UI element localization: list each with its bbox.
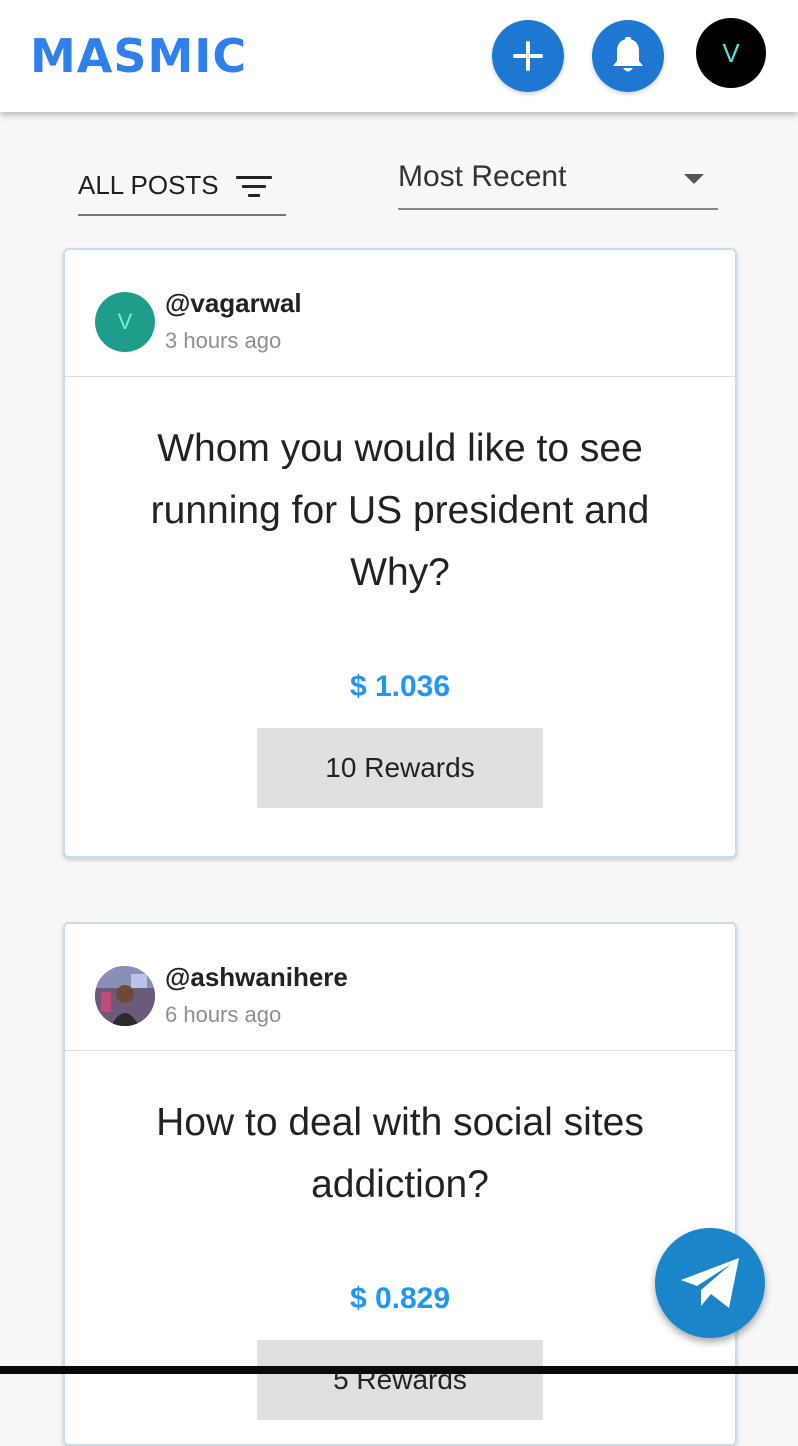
bell-icon xyxy=(613,37,643,72)
rewards-button[interactable]: 10 Rewards xyxy=(257,728,543,808)
post-username[interactable]: @vagarwal xyxy=(165,288,302,319)
dropdown-caret-icon xyxy=(684,174,704,184)
question-line: addiction? xyxy=(311,1163,489,1206)
post-time: 6 hours ago xyxy=(165,1002,282,1027)
user-avatar[interactable] xyxy=(95,966,155,1026)
all-posts-filter[interactable]: ALL POSTS xyxy=(78,158,286,216)
user-photo-avatar xyxy=(95,966,155,1026)
avatar-initial: V xyxy=(117,309,133,334)
rewards-button[interactable]: 5 Rewards xyxy=(257,1340,543,1420)
post-time: 3 hours ago xyxy=(165,328,282,353)
question-line: running for US president and xyxy=(150,489,650,532)
sort-select[interactable]: Most Recent xyxy=(398,154,718,210)
question-line: How to deal with social sites xyxy=(156,1101,644,1144)
telegram-share-button[interactable] xyxy=(655,1228,765,1338)
user-avatar[interactable]: V xyxy=(95,292,155,352)
post-card[interactable]: V @vagarwal 3 hours ago Whom you would l… xyxy=(63,248,737,858)
question-line: Why? xyxy=(350,551,450,594)
filter-bar: ALL POSTS Most Recent xyxy=(0,150,798,220)
post-header: V @vagarwal 3 hours ago xyxy=(65,250,735,377)
paper-plane-icon xyxy=(681,1258,739,1308)
post-amount: $ 1.036 xyxy=(349,670,451,703)
profile-initial: V xyxy=(722,37,740,68)
create-post-button[interactable] xyxy=(492,20,564,92)
rewards-label: 10 Rewards xyxy=(325,752,475,783)
filter-list-icon xyxy=(236,174,272,200)
masmic-logo[interactable]: MASMIC xyxy=(30,30,247,82)
question-line: Whom you would like to see xyxy=(157,427,643,470)
profile-avatar-button[interactable]: V xyxy=(696,18,766,88)
sort-selected-value: Most Recent xyxy=(398,160,567,193)
post-question[interactable]: Whom you would like to see running for U… xyxy=(105,418,695,604)
all-posts-label: ALL POSTS xyxy=(78,170,219,200)
post-question[interactable]: How to deal with social sites addiction? xyxy=(105,1092,695,1216)
post-header: @ashwanihere 6 hours ago xyxy=(65,924,735,1051)
notifications-button[interactable] xyxy=(592,20,664,92)
post-amount: $ 0.829 xyxy=(349,1282,451,1315)
plus-icon xyxy=(513,41,543,71)
app-header: MASMIC V xyxy=(0,0,798,112)
post-username[interactable]: @ashwanihere xyxy=(165,962,348,993)
bottom-edge xyxy=(0,1366,798,1374)
